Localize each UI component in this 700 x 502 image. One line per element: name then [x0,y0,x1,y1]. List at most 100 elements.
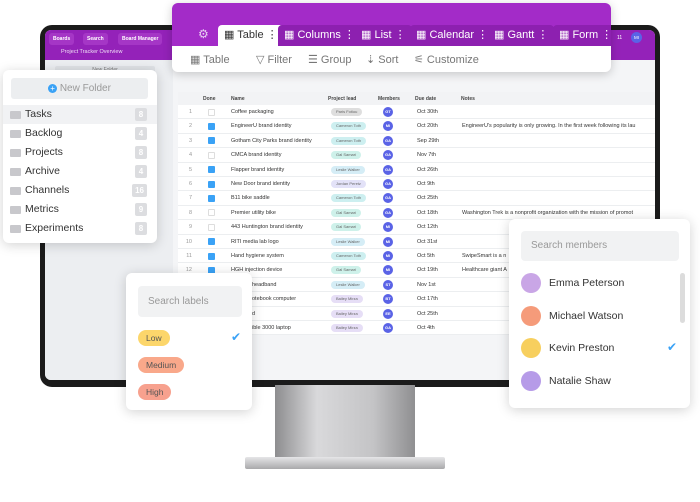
done-checkbox[interactable] [208,252,215,260]
more-options-icon[interactable]: ⋮ [534,29,548,41]
project-lead-cell[interactable]: Cameron Toth [331,119,367,132]
notes[interactable]: Washington Trek is a nonprofit organizat… [462,206,655,219]
notes[interactable]: EngineerU's popularity is only growing. … [462,119,655,132]
tab-list[interactable]: ▦ List ⋮ [355,25,412,46]
project-lead-cell[interactable]: Gal Samari [331,148,362,161]
table-row[interactable]: 2 EngineerU brand identity Cameron Toth MI O… [178,119,655,134]
due-date[interactable]: Oct 17th [417,292,438,305]
project-lead-cell[interactable]: Cameron Toth [331,134,367,147]
members-cell[interactable]: MI [378,119,393,132]
tab-table[interactable]: ▦ Table ⋮ [218,25,284,46]
done-checkbox[interactable] [208,137,215,145]
member-option[interactable]: Natalie Shaw [521,369,611,393]
folder-item-tasks[interactable]: Tasks 8 [3,105,157,124]
due-date[interactable]: Oct 26th [417,163,438,176]
project-lead-cell[interactable]: Leslie Walker [331,163,365,176]
task-name[interactable]: Flapper brand identity [231,163,325,176]
search-button[interactable]: Search [83,33,108,45]
toolbar-sort-button[interactable]: ⇣ Sort [366,53,398,66]
members-cell[interactable]: GA [378,191,393,204]
more-options-icon[interactable]: ⋮ [598,29,611,41]
due-date[interactable]: Oct 20th [417,119,438,132]
due-date[interactable]: Oct 5th [417,249,435,262]
folder-item-archive[interactable]: Archive 4 [3,162,157,181]
done-checkbox[interactable] [208,238,215,246]
notification-count[interactable]: 11 [617,35,622,41]
members-cell[interactable]: MI [378,235,393,248]
due-date[interactable]: Sep 29th [417,134,439,147]
scrollbar[interactable] [680,273,685,323]
task-name[interactable]: Premier utility bike [231,206,325,219]
label-option-low[interactable]: Low [138,330,170,346]
due-date[interactable]: Oct 19th [417,263,438,276]
search-members-input[interactable]: Search members [521,231,679,261]
due-date[interactable]: Oct 30th [417,105,438,118]
members-cell[interactable]: GA [378,177,393,190]
project-lead-cell[interactable]: Cameron Toth [331,191,367,204]
project-lead-cell[interactable]: Gal Samari [331,263,362,276]
members-cell[interactable]: GA [378,163,393,176]
new-folder-button[interactable]: + New Folder [11,78,148,99]
column-header-name[interactable]: Name [231,92,328,105]
due-date[interactable]: Oct 12th [417,220,438,233]
notes[interactable] [462,105,655,118]
task-name[interactable]: New Door brand identity [231,177,325,190]
due-date[interactable]: Oct 25th [417,191,438,204]
member-option[interactable]: Kevin Preston [521,336,614,360]
due-date[interactable]: Oct 31st [417,235,437,248]
due-date[interactable]: Oct 4th [417,321,435,334]
toolbar-customize-button[interactable]: ⚟ Customize [414,53,479,66]
task-name[interactable]: CMCA brand identity [231,148,325,161]
project-lead-cell[interactable]: Gal Samari [331,206,362,219]
done-checkbox[interactable] [208,151,215,159]
members-cell[interactable]: MI [378,249,393,262]
members-cell[interactable]: BT [378,292,393,305]
project-lead-cell[interactable]: Gal Samari [331,220,362,233]
members-cell[interactable]: MI [378,263,393,276]
more-options-icon[interactable]: ⋮ [474,29,488,41]
done-checkbox[interactable] [208,166,215,174]
members-cell[interactable]: GA [378,206,393,219]
notes[interactable] [462,134,655,147]
task-name[interactable]: Hand hygiene system [231,249,325,262]
more-options-icon[interactable]: ⋮ [392,29,406,41]
table-row[interactable]: 3 Gotham City Parks brand identity Cameron… [178,133,655,149]
boards-button[interactable]: Boards [49,33,75,45]
folder-item-metrics[interactable]: Metrics 9 [3,200,157,219]
column-header-done[interactable]: Done [203,92,231,105]
settings-gear-icon[interactable]: ⚙ [198,27,209,41]
notes[interactable] [462,148,655,161]
done-checkbox[interactable] [208,180,215,188]
task-name[interactable]: RITI media lab logo [231,235,325,248]
due-date[interactable]: Nov 1st [417,278,436,291]
folder-item-backlog[interactable]: Backlog 4 [3,124,157,143]
members-cell[interactable]: ST [378,278,393,291]
table-row[interactable]: 6 New Door brand identity Jordan Peretz GA O… [178,177,655,192]
done-checkbox[interactable] [208,108,215,116]
table-row[interactable]: 5 Flapper brand identity Leslie Walker GA Oc… [178,162,655,177]
toolbar-filter-button[interactable]: ▽ Filter [256,53,292,66]
done-checkbox[interactable] [208,194,215,202]
project-lead-cell[interactable]: Jordan Peretz [331,177,366,190]
task-name[interactable]: Coffee packaging [231,105,325,118]
toolbar-table-button[interactable]: ▦ Table [190,53,230,66]
member-option[interactable]: Michael Watson [521,304,623,328]
project-lead-cell[interactable]: Bailey Mirza [331,307,363,320]
project-lead-cell[interactable]: Paris Fotiou [331,105,363,118]
due-date[interactable]: Oct 25th [417,307,438,320]
due-date[interactable]: Oct 18th [417,206,438,219]
task-name[interactable]: B11 bike saddle [231,191,325,204]
members-cell[interactable]: GA [378,148,393,161]
table-row[interactable]: 1 Coffee packaging Paris Fotiou GT Oct 30th [178,105,655,120]
members-cell[interactable]: MI [378,220,393,233]
tab-gantt[interactable]: ▦ Gantt ⋮ [488,25,555,46]
tab-calendar[interactable]: ▦ Calendar ⋮ [410,25,495,46]
member-option[interactable]: Emma Peterson [521,271,624,295]
user-avatar[interactable]: MI [631,32,642,43]
members-cell[interactable]: EE [378,307,393,320]
project-lead-cell[interactable]: Cameron Toth [331,249,367,262]
column-header-due-date[interactable]: Due date [415,92,461,105]
notes[interactable] [462,191,655,204]
folder-item-experiments[interactable]: Experiments 8 [3,219,157,238]
project-lead-cell[interactable]: Leslie Walker [331,278,365,291]
